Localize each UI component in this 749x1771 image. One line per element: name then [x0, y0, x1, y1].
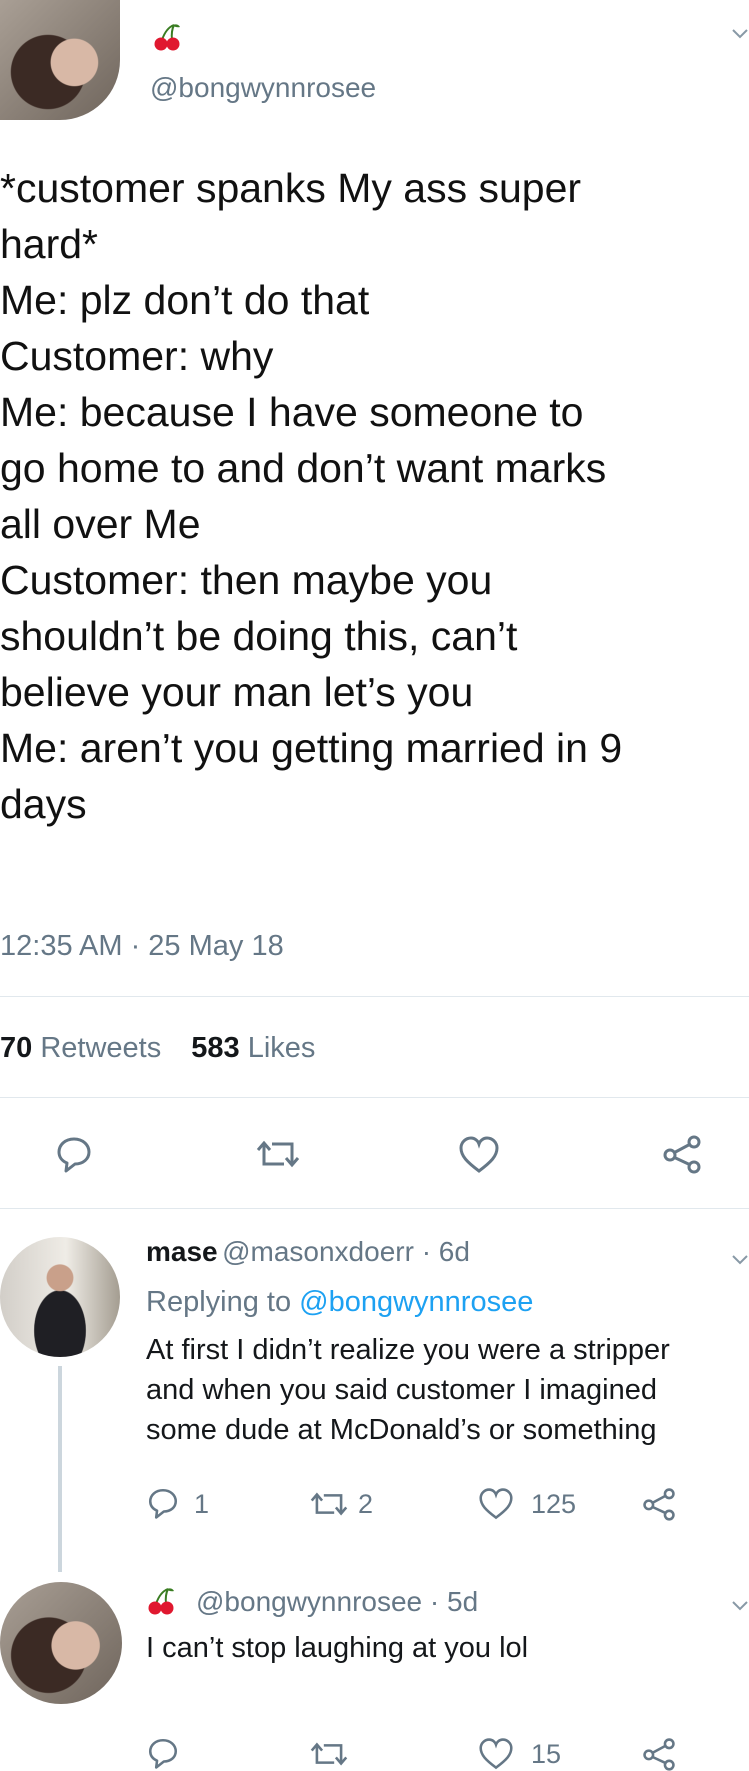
reply-icon[interactable]: [54, 1134, 94, 1174]
retweet-icon[interactable]: [256, 1136, 300, 1172]
chevron-down-icon[interactable]: [731, 1596, 749, 1614]
cherry-emoji-icon: [148, 1588, 174, 1615]
reply-author-name[interactable]: mase: [146, 1236, 218, 1267]
heart-icon[interactable]: [457, 1135, 501, 1175]
tweet-line: shouldn’t be doing this, can’t: [0, 613, 518, 659]
chevron-down-icon[interactable]: [731, 1250, 749, 1268]
retweet-icon[interactable]: [310, 1488, 348, 1520]
author-avatar[interactable]: [0, 0, 120, 120]
likes-stat[interactable]: 583 Likes: [191, 1032, 315, 1064]
heart-icon[interactable]: [477, 1737, 515, 1771]
divider: [0, 1208, 749, 1209]
like-count: 125: [531, 1489, 577, 1519]
likes-label: Likes: [247, 1032, 316, 1064]
tweet-line: Customer: why: [0, 333, 274, 379]
author-handle[interactable]: @bongwynnrosee: [150, 72, 376, 104]
reply-text: I can’t stop laughing at you lol: [146, 1632, 529, 1664]
tweet-line: Me: plz don’t do that: [0, 277, 370, 323]
reply-line: some dude at McDonald’s or something: [146, 1414, 657, 1446]
retweets-count: 70: [0, 1032, 33, 1064]
share-icon[interactable]: [640, 1737, 678, 1771]
chevron-down-icon[interactable]: [731, 24, 749, 42]
tweet-line: Me: because I have someone to: [0, 389, 584, 435]
tweet-text: *customer spanks My ass super hard* Me: …: [0, 160, 622, 832]
tweet-line: *customer spanks My ass super: [0, 165, 582, 211]
replying-to-handle[interactable]: @bongwynnrosee: [299, 1286, 533, 1318]
share-icon[interactable]: [640, 1487, 678, 1521]
retweets-label: Retweets: [40, 1032, 162, 1064]
share-icon[interactable]: [660, 1134, 704, 1174]
tweet-line: believe your man let’s you: [0, 669, 474, 715]
tweet-line: hard*: [0, 221, 99, 267]
reply-count: 1: [194, 1489, 210, 1519]
retweets-stat[interactable]: 70 Retweets: [0, 1032, 169, 1064]
tweet-line: days: [0, 781, 87, 827]
reply-line: At first I didn’t realize you were a str…: [146, 1334, 670, 1366]
cherry-emoji-icon: [154, 24, 180, 51]
reply-icon[interactable]: [146, 1736, 180, 1770]
thread-line: [58, 1366, 62, 1572]
retweet-icon[interactable]: [310, 1738, 348, 1770]
reply-avatar[interactable]: [0, 1237, 120, 1357]
heart-icon[interactable]: [477, 1487, 515, 1521]
tweet-line: go home to and don’t want marks: [0, 445, 607, 491]
divider: [0, 996, 749, 997]
reply-line: and when you said customer I imagined: [146, 1374, 658, 1406]
divider: [0, 1097, 749, 1098]
tweet-line: Me: aren’t you getting married in 9: [0, 725, 623, 771]
replying-to-label: Replying to: [146, 1286, 292, 1318]
replying-to: Replying to @bongwynnrosee: [146, 1286, 533, 1319]
tweet-line: all over Me: [0, 501, 201, 547]
tweet-line: Customer: then maybe you: [0, 557, 493, 603]
tweet-timestamp[interactable]: 12:35 AM · 25 May 18: [0, 930, 284, 963]
reply-text: At first I didn’t realize you were a str…: [146, 1330, 670, 1450]
tweet-stats: 70 Retweets 583 Likes: [0, 1032, 315, 1065]
likes-count: 583: [191, 1032, 240, 1064]
reply-avatar[interactable]: [0, 1582, 122, 1704]
retweet-count: 2: [358, 1489, 374, 1519]
reply-author-handle[interactable]: @bongwynnrosee · 5d: [196, 1586, 478, 1618]
like-count: 15: [531, 1739, 562, 1769]
reply-icon[interactable]: [146, 1486, 180, 1520]
reply-author-handle[interactable]: @masonxdoerr · 6d: [222, 1236, 470, 1267]
reply-header: mase @masonxdoerr · 6d: [146, 1236, 470, 1268]
